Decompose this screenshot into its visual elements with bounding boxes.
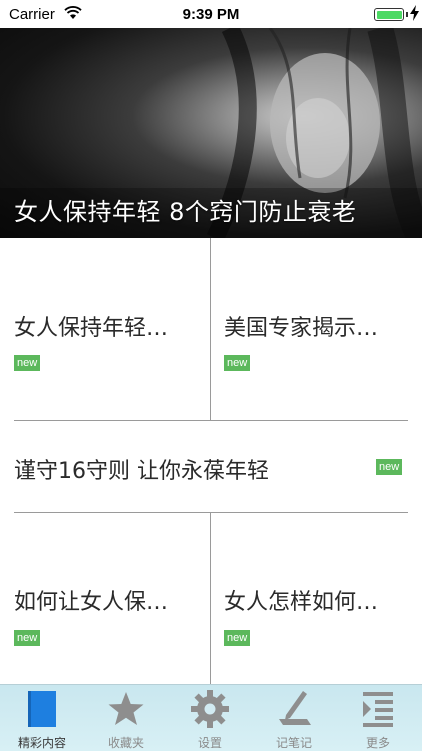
tab-label: 更多 [365, 736, 390, 750]
tab-label: 收藏夹 [107, 736, 144, 750]
book-icon [28, 691, 56, 727]
tab-more[interactable]: 更多 [336, 685, 420, 751]
gear-icon [191, 690, 229, 728]
new-badge: new [224, 630, 251, 646]
tab-bar: 精彩内容 收藏夹 设置 记笔记 更多 [0, 684, 422, 751]
list-icon [363, 692, 393, 727]
tab-label: 记笔记 [275, 736, 312, 750]
new-badge: new [14, 630, 41, 646]
clock: 9:39 PM [182, 6, 240, 23]
tab-label: 精彩内容 [17, 736, 66, 750]
article-card[interactable]: 女人怎样如何… new [211, 513, 422, 684]
article-title: 女人怎样如何… [224, 590, 379, 615]
article-row[interactable]: 谨守16守则 让你永葆年轻 new [0, 421, 422, 512]
article-card[interactable]: 如何让女人保… new [0, 513, 210, 684]
new-badge: new [376, 459, 403, 475]
new-badge: new [14, 355, 41, 371]
battery-icon [374, 8, 404, 21]
tab-label: 设置 [197, 736, 222, 750]
new-badge: new [224, 355, 251, 371]
charging-bolt-icon [410, 5, 419, 21]
article-title: 美国专家揭示… [224, 316, 379, 341]
tab-favorites[interactable]: 收藏夹 [84, 685, 168, 751]
article-card[interactable]: 美国专家揭示… new [211, 238, 422, 420]
article-title: 如何让女人保… [14, 590, 169, 615]
status-bar: Carrier 9:39 PM [0, 0, 422, 28]
tab-notes[interactable]: 记笔记 [252, 685, 336, 751]
star-icon [108, 692, 144, 725]
hero-title: 女人保持年轻 8个窍门防止衰老 [14, 198, 357, 226]
tab-settings[interactable]: 设置 [168, 685, 252, 751]
article-title: 谨守16守则 让你永葆年轻 [14, 459, 269, 484]
article-card[interactable]: 女人保持年轻… new [0, 238, 210, 420]
tab-featured[interactable]: 精彩内容 [0, 685, 84, 751]
battery-tip [406, 12, 408, 17]
notepad-icon [279, 691, 311, 725]
article-title: 女人保持年轻… [14, 316, 169, 341]
hero-banner[interactable]: 女人保持年轻 8个窍门防止衰老 [0, 28, 422, 238]
